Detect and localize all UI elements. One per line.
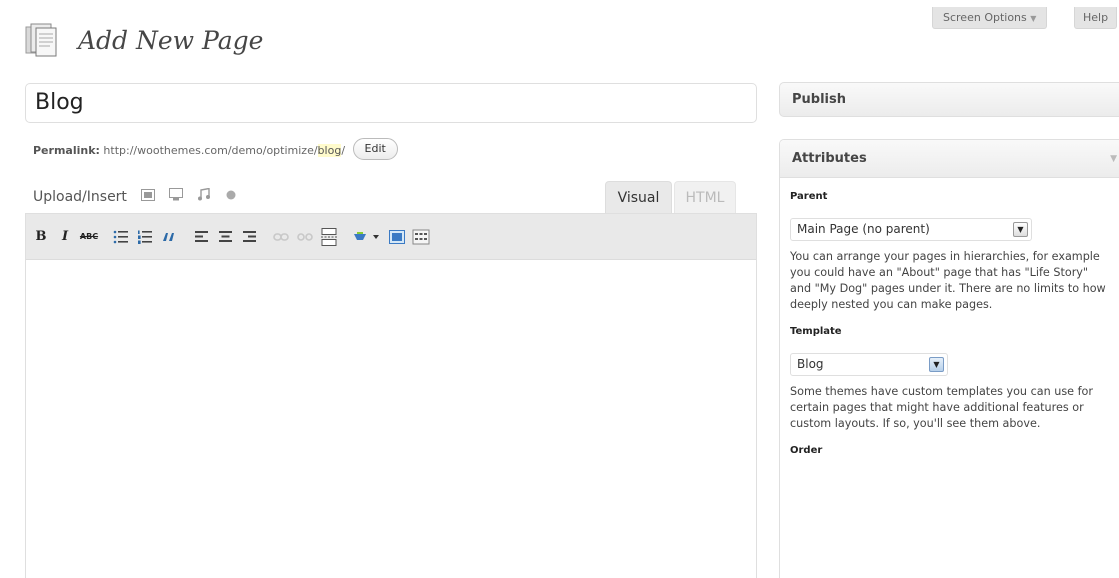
italic-glyph: I (61, 229, 69, 244)
tab-html[interactable]: HTML (674, 181, 736, 214)
attributes-box: Attributes ▼ Parent Main Page (no parent… (779, 139, 1119, 578)
upload-insert-label: Upload/Insert (33, 188, 127, 205)
parent-select-value: Main Page (no parent) (797, 222, 930, 236)
add-audio-icon[interactable] (197, 187, 211, 205)
title-input[interactable]: Blog (25, 83, 757, 123)
chevron-down-icon[interactable]: ▼ (1110, 154, 1117, 164)
bullet-list-icon[interactable] (111, 227, 131, 247)
permalink-slug[interactable]: blog (317, 144, 342, 157)
add-media-icon[interactable] (225, 189, 237, 205)
strikethrough-icon[interactable]: ABC (79, 227, 99, 247)
dropdown-arrow-icon: ▼ (929, 357, 944, 372)
content-editor[interactable]: B I ABC (25, 213, 757, 578)
pages-icon (25, 22, 59, 58)
more-tag-icon[interactable] (319, 227, 339, 247)
numbered-list-icon[interactable] (135, 227, 155, 247)
template-select[interactable]: Blog ▼ (790, 353, 948, 376)
kitchen-sink-icon[interactable] (411, 227, 431, 247)
bold-icon[interactable]: B (31, 227, 51, 247)
unlink-icon[interactable] (295, 227, 315, 247)
add-video-icon[interactable] (168, 188, 183, 205)
editor-toolbar: B I ABC (26, 214, 756, 260)
screen-options-button[interactable]: Screen Options ▼ (932, 7, 1048, 29)
parent-select[interactable]: Main Page (no parent) ▼ (790, 218, 1032, 241)
page-title: Add New Page (78, 26, 264, 55)
italic-icon[interactable]: I (55, 227, 75, 247)
fullscreen-icon[interactable] (387, 227, 407, 247)
permalink-row: Permalink: http://woothemes.com/demo/opt… (33, 138, 398, 162)
blockquote-icon[interactable] (159, 227, 179, 247)
align-left-icon[interactable] (191, 227, 211, 247)
permalink-base: http://woothemes.com/demo/optimize/ (103, 144, 318, 157)
template-label: Template (790, 326, 842, 337)
spellcheck-icon[interactable] (351, 227, 383, 247)
help-button[interactable]: Help (1074, 7, 1118, 29)
align-center-icon[interactable] (215, 227, 235, 247)
strikethrough-glyph: ABC (79, 232, 99, 241)
edit-permalink-button[interactable]: Edit (352, 138, 398, 160)
permalink-label: Permalink: (33, 144, 100, 157)
publish-box[interactable]: Publish (779, 82, 1119, 117)
tab-visual[interactable]: Visual (605, 181, 672, 214)
attributes-header[interactable]: Attributes ▼ (780, 140, 1119, 178)
parent-help-text: You can arrange your pages in hierarchie… (790, 250, 1106, 311)
parent-label: Parent (790, 191, 828, 202)
chevron-down-icon: ▼ (1030, 14, 1037, 23)
add-image-icon[interactable] (140, 188, 155, 205)
attributes-title: Attributes (792, 151, 867, 166)
bold-glyph: B (35, 229, 47, 244)
order-label: Order (790, 445, 823, 456)
publish-title: Publish (792, 92, 846, 107)
template-help-text: Some themes have custom templates you ca… (790, 385, 1093, 430)
permalink-trailing: / (341, 144, 346, 157)
link-icon[interactable] (271, 227, 291, 247)
template-select-value: Blog (797, 357, 824, 371)
align-right-icon[interactable] (239, 227, 259, 247)
upload-insert-bar: Upload/Insert (33, 187, 237, 205)
dropdown-arrow-icon: ▼ (1013, 222, 1028, 237)
screen-options-label: Screen Options (943, 11, 1027, 24)
